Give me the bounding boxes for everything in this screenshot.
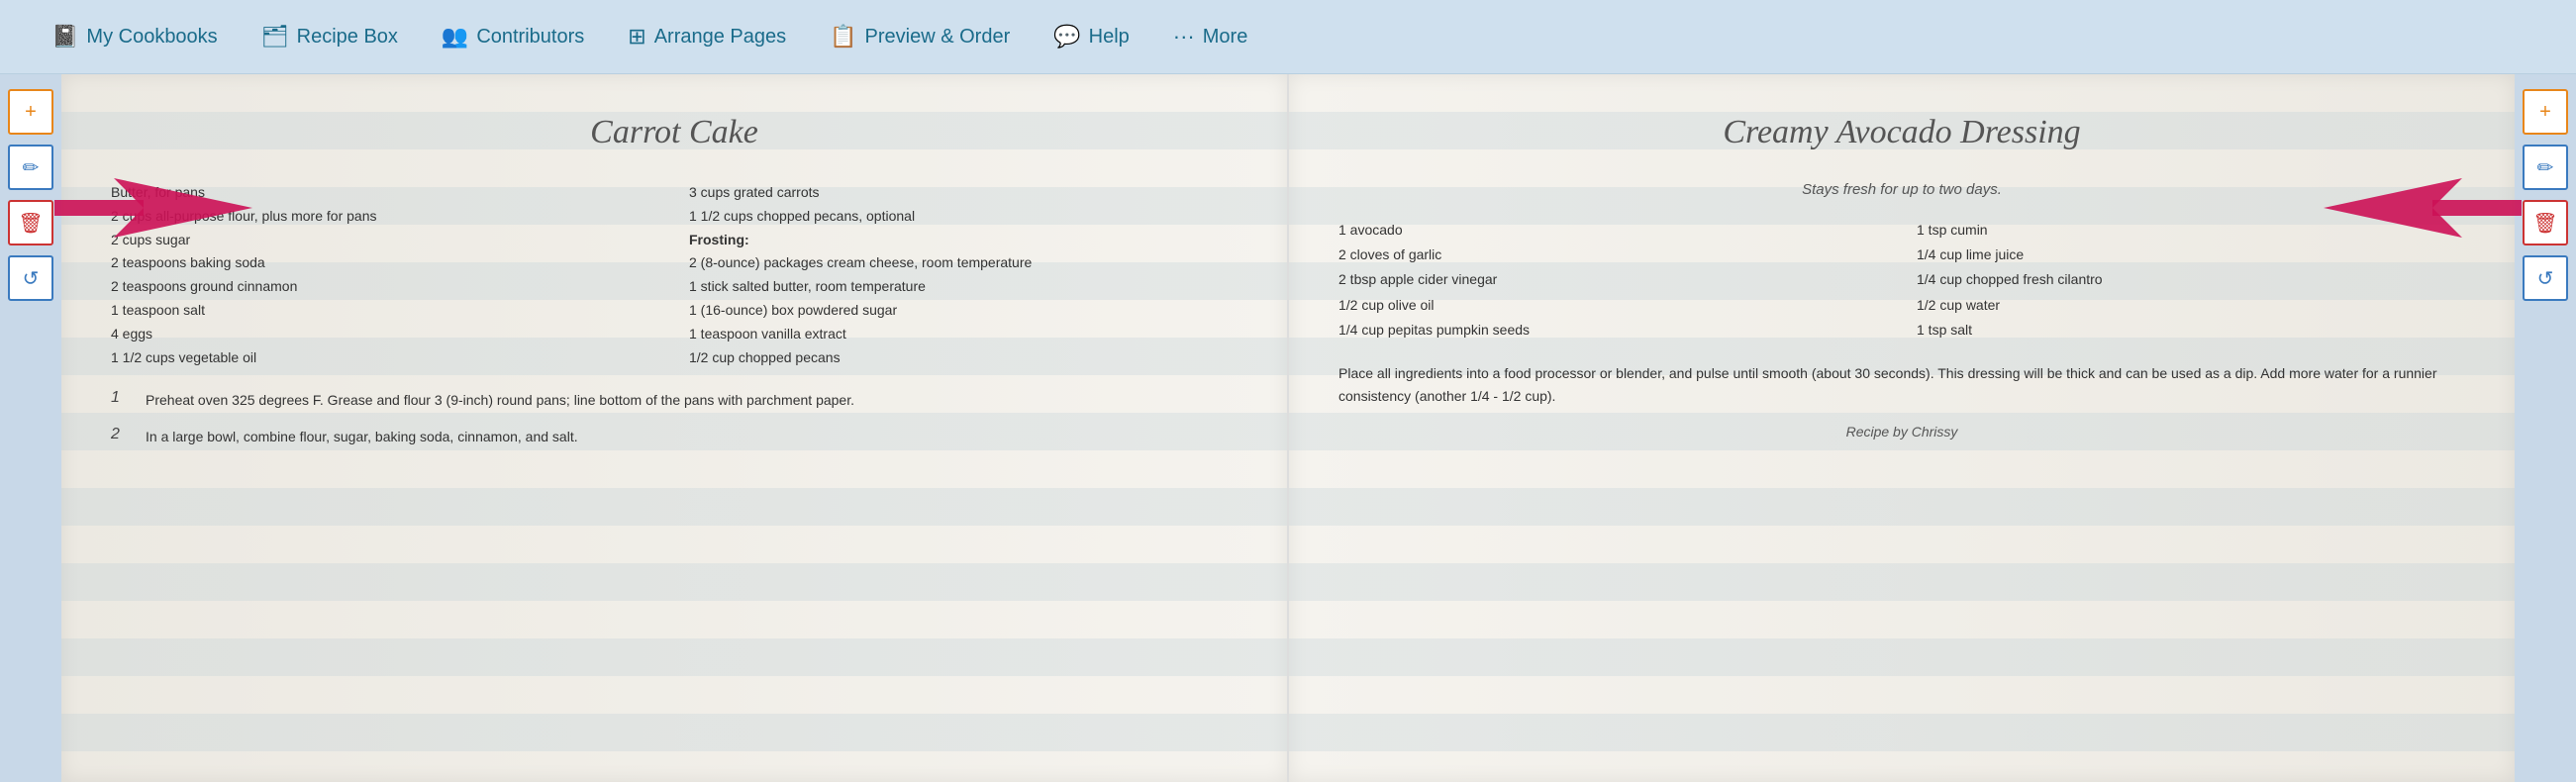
avocado-item: 1 tsp salt <box>1917 318 2465 342</box>
add-icon-left: + <box>25 101 37 124</box>
add-page-right-button[interactable]: + <box>2523 89 2568 135</box>
ingredient-item: 1 teaspoon salt <box>111 299 659 323</box>
nav-label-recipe-box: Recipe Box <box>297 26 398 49</box>
ingredient-item-frosting: Frosting: <box>689 229 1238 252</box>
step-text-2: In a large bowl, combine flour, sugar, b… <box>146 426 578 447</box>
left-ingredients-grid: Butter, for pans 2 cups all-purpose flou… <box>111 181 1238 369</box>
avocado-item: 1 tsp cumin <box>1917 218 2465 243</box>
ingredient-item: 3 cups grated carrots <box>689 181 1238 205</box>
nav-item-my-cookbooks[interactable]: 📓 My Cookbooks <box>30 24 240 49</box>
nav-label-preview-order: Preview & Order <box>865 26 1011 49</box>
delete-icon-left: 🗑 <box>18 211 43 236</box>
edit-page-left-button[interactable]: ✏ <box>8 145 53 190</box>
ingredient-item: 2 teaspoons baking soda <box>111 251 659 275</box>
more-icon: ··· <box>1173 24 1195 49</box>
avocado-item: 2 tbsp apple cider vinegar <box>1338 267 1887 292</box>
nav-bar: 📓 My Cookbooks 🗂 Recipe Box 👥 Contributo… <box>0 0 2576 74</box>
ingredient-item: 1 1/2 cups chopped pecans, optional <box>689 205 1238 229</box>
ingredient-item: 2 cups all-purpose flour, plus more for … <box>111 205 659 229</box>
ingredient-item: 1/2 cup chopped pecans <box>689 346 1238 370</box>
cookbooks-icon: 📓 <box>51 24 78 49</box>
recipe-box-icon: 🗂 <box>261 24 289 49</box>
nav-item-help[interactable]: 💬 Help <box>1032 24 1151 49</box>
avocado-item: 1/2 cup water <box>1917 293 2465 318</box>
avocado-item: 1 avocado <box>1338 218 1887 243</box>
delete-icon-right: 🗑 <box>2532 211 2557 236</box>
nav-label-more: More <box>1203 26 1248 49</box>
avocado-item: 1/2 cup olive oil <box>1338 293 1887 318</box>
arrange-pages-icon: ⊞ <box>628 24 645 49</box>
delete-page-right-button[interactable]: 🗑 <box>2523 200 2568 245</box>
right-ingredients-grid: 1 avocado 2 cloves of garlic 2 tbsp appl… <box>1338 218 2465 342</box>
nav-item-more[interactable]: ··· More <box>1151 24 1270 49</box>
edit-icon-left: ✏ <box>23 155 40 180</box>
nav-label-contributors: Contributors <box>476 26 584 49</box>
nav-label-help: Help <box>1089 26 1130 49</box>
step-number-1: 1 <box>111 389 131 411</box>
left-page: Carrot Cake Butter, for pans 2 cups all-… <box>61 74 1289 782</box>
right-side-buttons: + ✏ 🗑 ↺ <box>2515 74 2576 782</box>
avocado-col1: 1 avocado 2 cloves of garlic 2 tbsp appl… <box>1338 218 1887 342</box>
step-number-2: 2 <box>111 426 131 447</box>
ingredient-item: 1 (16-ounce) box powdered sugar <box>689 299 1238 323</box>
ingredient-item: 2 teaspoons ground cinnamon <box>111 275 659 299</box>
ingredient-item: 1 1/2 cups vegetable oil <box>111 346 659 370</box>
ingredient-item: 1 teaspoon vanilla extract <box>689 323 1238 346</box>
ingredients-col2: 3 cups grated carrots 1 1/2 cups chopped… <box>689 181 1238 369</box>
left-side-buttons: + ✏ 🗑 ↺ <box>0 74 61 782</box>
help-icon: 💬 <box>1053 24 1080 49</box>
avocado-item: 1/4 cup pepitas pumpkin seeds <box>1338 318 1887 342</box>
preview-order-icon: 📋 <box>830 24 856 49</box>
nav-item-arrange-pages[interactable]: ⊞ Arrange Pages <box>606 24 808 49</box>
right-page-subtitle: Stays fresh for up to two days. <box>1338 181 2465 198</box>
step-1: 1 Preheat oven 325 degrees F. Grease and… <box>111 389 1238 411</box>
edit-icon-right: ✏ <box>2537 155 2554 180</box>
edit-page-right-button[interactable]: ✏ <box>2523 145 2568 190</box>
ingredient-item: 2 (8-ounce) packages cream cheese, room … <box>689 251 1238 275</box>
right-page-byline: Recipe by Chrissy <box>1338 424 2465 440</box>
right-page-title: Creamy Avocado Dressing <box>1338 114 2465 151</box>
refresh-icon-right: ↺ <box>2537 266 2554 291</box>
step-2: 2 In a large bowl, combine flour, sugar,… <box>111 426 1238 447</box>
avocado-item: 2 cloves of garlic <box>1338 243 1887 267</box>
step-text-1: Preheat oven 325 degrees F. Grease and f… <box>146 389 854 411</box>
ingredient-item: 4 eggs <box>111 323 659 346</box>
nav-label-arrange-pages: Arrange Pages <box>654 26 786 49</box>
avocado-item: 1/4 cup chopped fresh cilantro <box>1917 267 2465 292</box>
avocado-col2: 1 tsp cumin 1/4 cup lime juice 1/4 cup c… <box>1917 218 2465 342</box>
left-page-title: Carrot Cake <box>111 114 1238 151</box>
avocado-item: 1/4 cup lime juice <box>1917 243 2465 267</box>
right-page: Creamy Avocado Dressing Stays fresh for … <box>1289 74 2515 782</box>
book-spread: Carrot Cake Butter, for pans 2 cups all-… <box>61 74 2515 782</box>
refresh-icon-left: ↺ <box>23 266 40 291</box>
nav-item-preview-order[interactable]: 📋 Preview & Order <box>808 24 1032 49</box>
ingredient-item: Butter, for pans <box>111 181 659 205</box>
nav-item-contributors[interactable]: 👥 Contributors <box>420 24 606 49</box>
delete-page-left-button[interactable]: 🗑 <box>8 200 53 245</box>
add-icon-right: + <box>2539 101 2551 124</box>
ingredient-item: 2 cups sugar <box>111 229 659 252</box>
right-page-body: Place all ingredients into a food proces… <box>1338 362 2465 408</box>
ingredient-item: 1 stick salted butter, room temperature <box>689 275 1238 299</box>
contributors-icon: 👥 <box>442 24 468 49</box>
nav-label-my-cookbooks: My Cookbooks <box>86 26 217 49</box>
add-page-left-button[interactable]: + <box>8 89 53 135</box>
nav-item-recipe-box[interactable]: 🗂 Recipe Box <box>240 24 420 49</box>
content-area: + ✏ 🗑 ↺ Carrot Cake Butter, for pans 2 c… <box>0 74 2576 782</box>
ingredients-col1: Butter, for pans 2 cups all-purpose flou… <box>111 181 659 369</box>
refresh-page-left-button[interactable]: ↺ <box>8 255 53 301</box>
refresh-page-right-button[interactable]: ↺ <box>2523 255 2568 301</box>
